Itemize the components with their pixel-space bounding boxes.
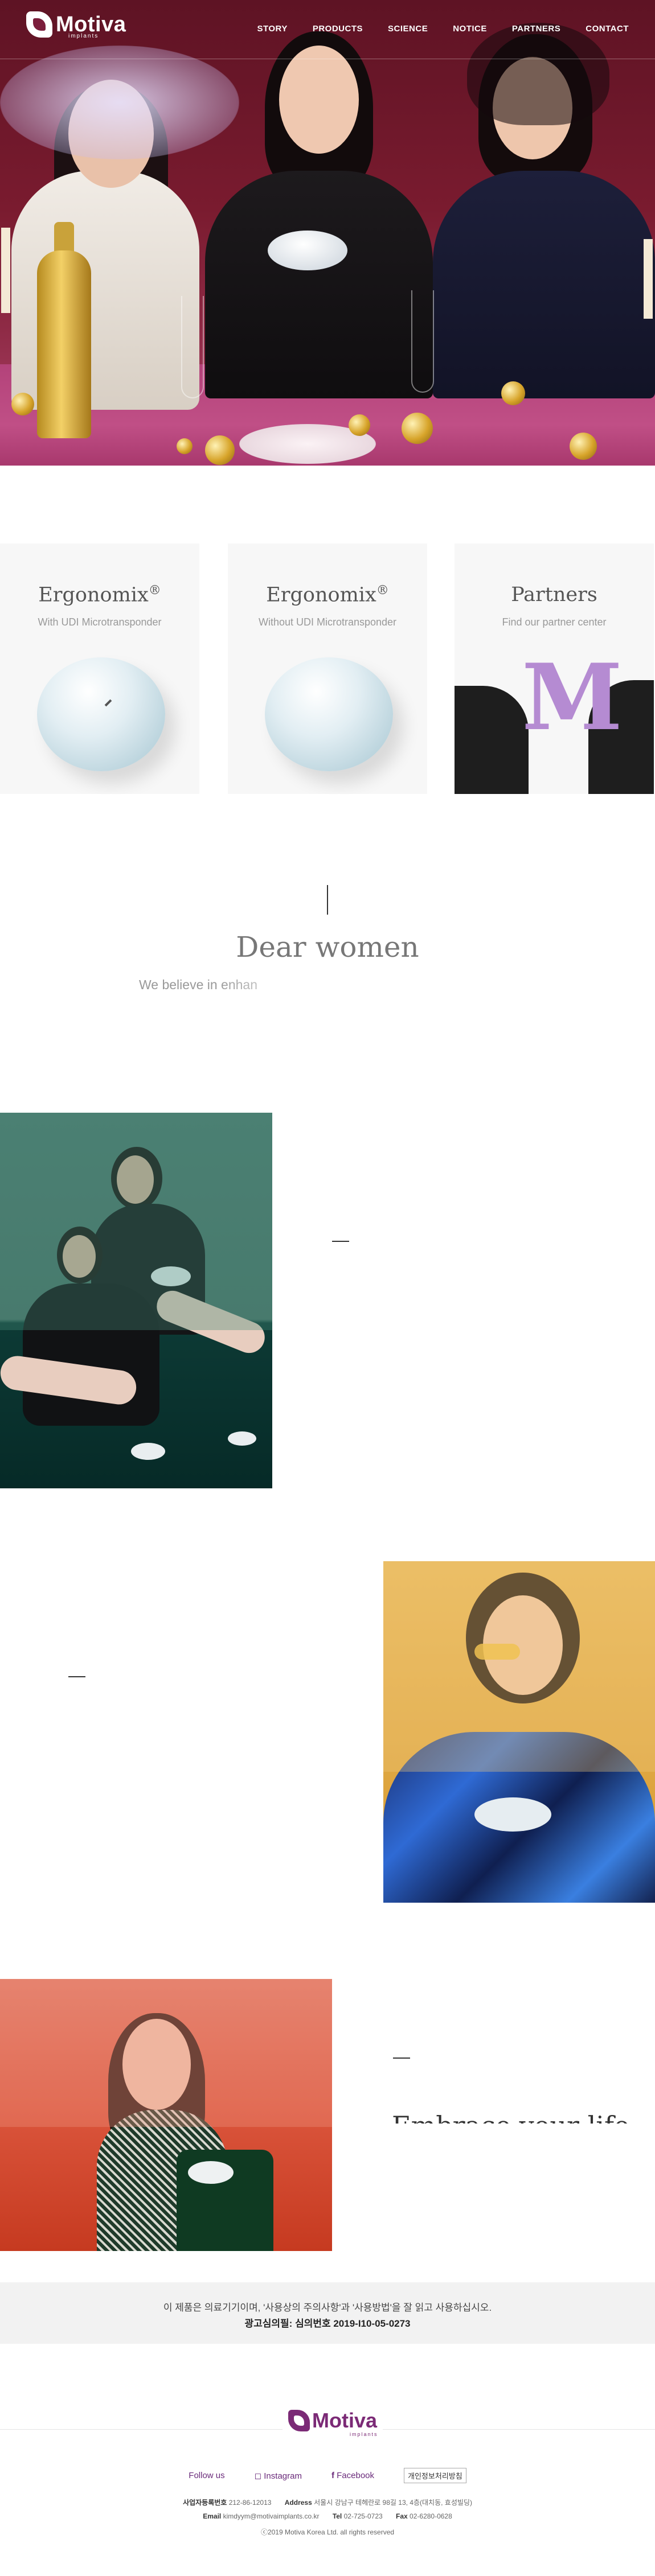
story-dash: [68, 1676, 85, 1677]
story-photo-teal: [0, 1113, 272, 1488]
card-title: Ergonomix®: [38, 583, 161, 607]
hero-model-left-hat: [0, 46, 239, 159]
hero-ornament: [205, 435, 235, 465]
hero-ornament: [349, 414, 370, 436]
intro-heading: Dear women: [236, 931, 419, 964]
story-heading: Embrace your life: [392, 2109, 629, 2124]
story-dash: [332, 1241, 349, 1242]
story-dash: [393, 2057, 410, 2059]
footer-logo-text: Motiva: [312, 2409, 378, 2432]
hero-banner: Motiva implants STORY PRODUCTS SCIENCE N…: [0, 0, 655, 466]
logo-subtext: implants: [68, 33, 99, 39]
footer-company-info: 사업자등록번호 212-86-12013 Address 서울시 강남구 테헤란…: [183, 2499, 472, 2507]
hero-ornament: [402, 413, 433, 444]
instagram-icon: ◻: [254, 2471, 262, 2481]
partners-card[interactable]: Partners Find our partner center M: [455, 544, 654, 794]
hero-model-center-face: [279, 46, 359, 154]
implant-image: [188, 2161, 234, 2184]
logo-mark-icon: [288, 2410, 310, 2431]
hero-model-center: [205, 171, 433, 398]
card-subtitle: Find our partner center: [502, 616, 607, 628]
nav-contact[interactable]: CONTACT: [586, 24, 629, 34]
transponder-chip-icon: [104, 699, 112, 707]
footer-links: Follow us ◻ Instagram f Facebook 개인정보처리방…: [0, 2468, 655, 2483]
partner-m-letter: M: [522, 644, 623, 751]
card-subtitle: Without UDI Microtransponder: [258, 616, 397, 628]
intro-text-fade: [216, 973, 404, 996]
section-divider-line: [327, 885, 328, 915]
implant-image: [228, 1431, 256, 1446]
photo-overlay: [0, 1113, 272, 1330]
card-subtitle: With UDI Microtransponder: [38, 616, 162, 628]
hero-model-right: [433, 171, 655, 398]
hero-bottle: [37, 250, 91, 438]
facebook-icon: f: [331, 2471, 334, 2480]
product-card-no-udi[interactable]: Ergonomix® Without UDI Microtransponder: [228, 544, 427, 794]
story-photo-red: [0, 1979, 332, 2251]
nav-science[interactable]: SCIENCE: [388, 24, 428, 34]
card-title: Ergonomix®: [266, 583, 389, 607]
footer-logo-subtext: implants: [350, 2431, 378, 2437]
card-title: Partners: [511, 583, 597, 606]
logo-mark-icon: [26, 11, 52, 38]
nav-partners[interactable]: PARTNERS: [512, 24, 560, 34]
implant-image: [37, 657, 165, 771]
facebook-link[interactable]: f Facebook: [331, 2471, 374, 2480]
hero-implant: [268, 231, 347, 270]
photo-overlay: [0, 1979, 332, 2127]
hero-ornament: [501, 381, 525, 405]
hero-candle: [644, 239, 653, 319]
page: Motiva implants STORY PRODUCTS SCIENCE N…: [0, 0, 655, 2576]
hero-glass: [411, 290, 434, 393]
top-nav: Motiva implants STORY PRODUCTS SCIENCE N…: [0, 0, 655, 59]
nav-products[interactable]: PRODUCTS: [313, 24, 363, 34]
implant-image: [265, 657, 393, 771]
nav-story[interactable]: STORY: [257, 24, 287, 34]
hero-candle: [1, 228, 10, 313]
notice-line: 이 제품은 의료기기이며, '사용상의 주의사항'과 '사용방법'을 잘 읽고 …: [163, 2302, 492, 2313]
hero-ornament: [177, 438, 193, 454]
implant-image: [131, 1443, 165, 1460]
footer-logo[interactable]: Motiva implants: [283, 2409, 383, 2437]
regulatory-notice: 이 제품은 의료기기이며, '사용상의 주의사항'과 '사용방법'을 잘 읽고 …: [0, 2282, 655, 2344]
hero-ornament: [570, 433, 597, 460]
instagram-link[interactable]: ◻ Instagram: [255, 2471, 302, 2481]
privacy-policy-link[interactable]: 개인정보처리방침: [404, 2468, 466, 2483]
notice-approval: 광고심의필: 심의번호 2019-I10-05-0273: [244, 2318, 411, 2329]
footer-copyright: ⓒ2019 Motiva Korea Ltd. all rights reser…: [260, 2528, 395, 2536]
footer-contact-info: Email kimdyym@motivaimplants.co.kr Tel 0…: [203, 2512, 452, 2520]
nav-notice[interactable]: NOTICE: [453, 24, 487, 34]
implant-image: [474, 1797, 551, 1832]
story-photo-yellow: [383, 1561, 655, 1903]
photo-overlay: [383, 1561, 655, 1772]
hero-ornament: [11, 393, 34, 415]
product-card-udi[interactable]: Ergonomix® With UDI Microtransponder: [0, 544, 199, 794]
hero-glass: [181, 296, 204, 398]
main-menu: STORY PRODUCTS SCIENCE NOTICE PARTNERS C…: [257, 24, 629, 34]
follow-us-label: Follow us: [189, 2471, 225, 2480]
partner-hand-left: [455, 686, 529, 794]
